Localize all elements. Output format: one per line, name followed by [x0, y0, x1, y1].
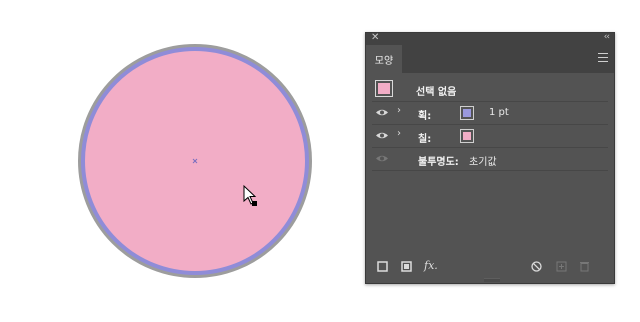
opacity-value: 초기값	[469, 157, 497, 168]
clear-appearance-icon[interactable]	[531, 261, 542, 272]
fill-label[interactable]: 칠:	[418, 130, 431, 145]
appearance-panel: ✕ ‹‹ 모양 선택 없음 › 획: 1 pt › 칠: 불투명도: 초기값 f…	[365, 32, 615, 284]
resize-grip[interactable]	[484, 278, 500, 282]
chevron-right-icon[interactable]: ›	[397, 105, 401, 116]
collapse-icon[interactable]: ‹‹	[604, 32, 610, 42]
tab-appearance[interactable]: 모양	[366, 45, 402, 73]
panel-footer: fx.	[366, 259, 614, 275]
panel-title-bar[interactable]: ✕ ‹‹	[366, 32, 614, 45]
fill-swatch[interactable]	[460, 129, 474, 143]
eye-icon-disabled	[376, 155, 388, 162]
fill-row[interactable]: › 칠:	[372, 125, 608, 148]
add-stroke-icon[interactable]	[377, 261, 388, 272]
selection-thumbnail	[375, 80, 393, 97]
close-icon[interactable]: ✕	[371, 32, 379, 43]
add-effect-icon[interactable]: fx.	[424, 259, 438, 272]
stroke-swatch[interactable]	[460, 106, 474, 120]
opacity-row[interactable]: 불투명도: 초기값	[372, 148, 608, 171]
panel-menu-icon[interactable]	[598, 53, 608, 63]
no-selection-label: 선택 없음	[416, 87, 457, 98]
header-row[interactable]: 선택 없음	[372, 77, 608, 102]
eye-icon[interactable]	[375, 108, 389, 117]
eye-icon[interactable]	[375, 131, 389, 140]
artboard[interactable]	[0, 0, 360, 318]
chevron-right-icon[interactable]: ›	[397, 128, 401, 139]
trash-icon	[580, 262, 589, 272]
stroke-row[interactable]: › 획: 1 pt	[372, 102, 608, 125]
panel-tab-strip: 모양	[366, 45, 614, 73]
duplicate-item-icon	[556, 261, 567, 272]
tab-appearance-label: 모양	[374, 55, 394, 67]
opacity-label[interactable]: 불투명도:	[418, 153, 459, 168]
circle-artwork[interactable]	[0, 0, 360, 318]
add-fill-icon[interactable]	[401, 261, 412, 272]
stroke-label[interactable]: 획:	[418, 107, 431, 122]
stroke-weight-value[interactable]: 1 pt	[489, 107, 509, 118]
